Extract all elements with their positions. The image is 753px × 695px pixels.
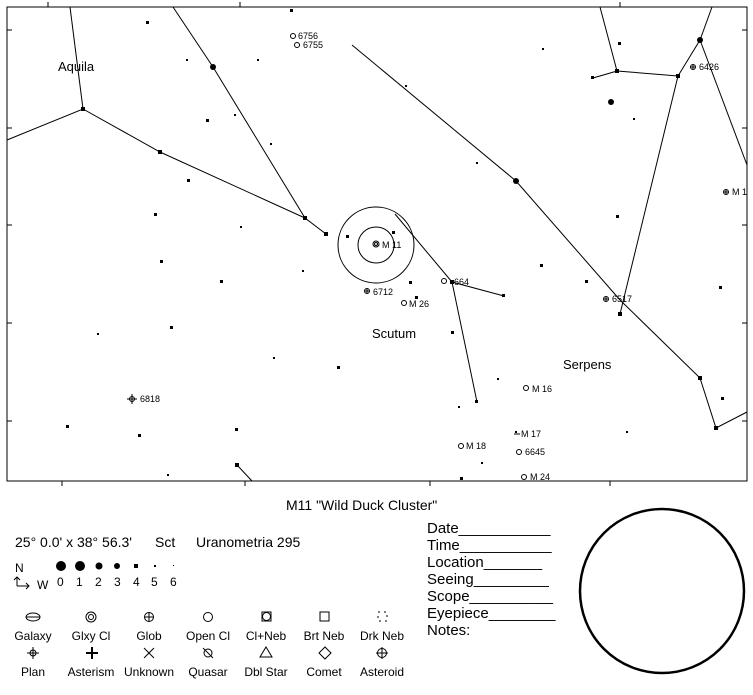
constellation-label: Serpens: [563, 357, 612, 372]
magnitude-label: 6: [170, 575, 177, 589]
compass-north: N: [15, 561, 24, 575]
legend-label: Drk Neb: [359, 629, 404, 643]
legend-label: Glob: [136, 629, 162, 643]
magnitude-scale: [56, 561, 174, 571]
magnitude-label: 2: [95, 575, 102, 589]
m11-symbol: [372, 240, 380, 248]
eyepiece-view-circle: [578, 507, 746, 675]
notes-field[interactable]: Notes:: [427, 622, 555, 639]
date-field[interactable]: Date___________: [427, 520, 555, 537]
constellation-label: Aquila: [58, 59, 95, 74]
deep-sky-symbols: [127, 33, 729, 480]
location-field[interactable]: Location_______: [427, 554, 555, 571]
seeing-field[interactable]: Seeing_________: [427, 571, 555, 588]
magnitude-label: 3: [114, 575, 121, 589]
legend-label: Cl+Neb: [245, 629, 287, 643]
magnitude-label: 4: [133, 575, 140, 589]
scope-field[interactable]: Scope__________: [427, 588, 555, 605]
magnitude-label: 5: [151, 575, 158, 589]
star-chart: M 11 6712 664 M 26 6756 6755 6426 M 1 65…: [6, 2, 748, 675]
object-label: 6517: [612, 294, 632, 304]
object-label: M 18: [466, 441, 486, 451]
legend-label: Open Cl: [185, 629, 231, 643]
legend-label: Plan: [20, 665, 46, 679]
atlas-reference: Uranometria 295: [196, 534, 301, 550]
object-label: M 26: [409, 299, 429, 309]
object-label: M 17: [521, 429, 541, 439]
compass-arrows: [13, 576, 30, 590]
object-label: M 24: [530, 472, 550, 482]
eyepiece-field[interactable]: Eyepiece________: [427, 605, 555, 622]
object-label: 6645: [525, 447, 545, 457]
constellation-abbr: Sct: [155, 534, 176, 550]
magnitude-label: 1: [76, 575, 83, 589]
legend-label: Glxy Cl: [71, 629, 111, 643]
legend-label: Galaxy: [14, 629, 52, 643]
legend-label: Unknown: [123, 665, 175, 679]
object-label: M 11: [382, 240, 401, 250]
chart-title: M11 "Wild Duck Cluster": [286, 497, 438, 513]
observation-form: Date___________ Time___________ Location…: [427, 520, 555, 639]
legend-label: Comet: [306, 665, 342, 679]
object-label: M 1: [732, 187, 747, 197]
object-label: 664: [454, 277, 469, 287]
object-label: 6426: [699, 62, 719, 72]
legend-label: Quasar: [188, 665, 228, 679]
field-size: 25° 0.0' x 38° 56.3': [15, 534, 132, 550]
legend-label: Dbl Star: [244, 665, 288, 679]
constellation-label: Scutum: [372, 326, 416, 341]
legend-label: Asteroid: [359, 665, 405, 679]
object-label: 6755: [303, 40, 323, 50]
magnitude-label: 0: [57, 575, 64, 589]
legend-label: Brt Neb: [303, 629, 345, 643]
legend-label: Asterism: [67, 665, 115, 679]
object-label: 6818: [140, 394, 160, 404]
object-label: M 16: [532, 384, 552, 394]
time-field[interactable]: Time___________: [427, 537, 555, 554]
object-label: 6712: [373, 287, 393, 297]
compass-west: W: [37, 578, 49, 592]
